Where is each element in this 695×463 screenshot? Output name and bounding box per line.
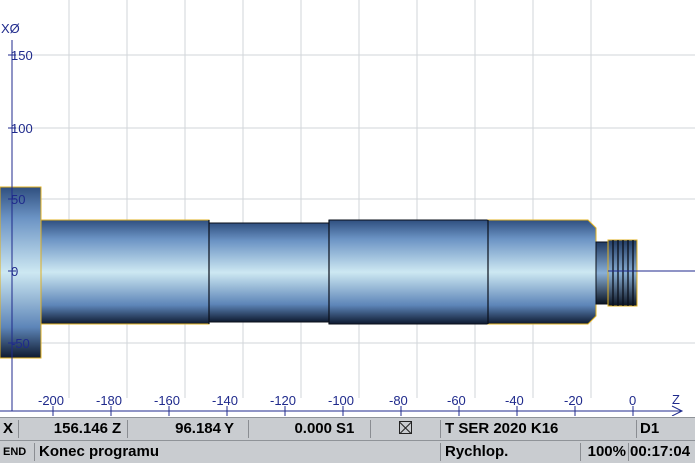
shaft-segment-3 <box>328 219 489 325</box>
z-coord-label: Z <box>112 420 122 437</box>
thread-neck <box>595 241 609 305</box>
program-status: Konec programu <box>39 443 160 460</box>
z-axis-label: Z <box>672 392 680 407</box>
shaft-segment-4 <box>487 219 597 325</box>
spindle-stop-icon <box>399 421 412 434</box>
shaft-segment-1 <box>40 219 210 325</box>
z-coord-value: 96.184 <box>175 420 221 437</box>
end-label: END <box>3 446 27 458</box>
z-tick-label: -160 <box>154 393 180 408</box>
x-tick-label: 100 <box>11 121 33 136</box>
z-tick-label: -20 <box>564 393 583 408</box>
chuck-jaw <box>0 186 42 359</box>
offset-label: D1 <box>640 420 660 437</box>
spindle-label: S1 <box>336 420 355 437</box>
position-status-bar: X 156.146 Z 96.184 Y 0.000 S1 T SER 2020… <box>0 417 695 440</box>
z-tick-label: -200 <box>38 393 64 408</box>
x-tick-label: 150 <box>11 48 33 63</box>
x-tick-label: 0 <box>11 264 18 279</box>
z-tick-label: -140 <box>212 393 238 408</box>
x-coord-label: X <box>3 420 14 437</box>
override-percent: 100% <box>587 443 626 460</box>
z-tick-label: -80 <box>389 393 408 408</box>
z-tick-label: -120 <box>270 393 296 408</box>
x-tick-label: -50 <box>11 336 30 351</box>
tool-name: T SER 2020 K16 <box>445 420 559 437</box>
program-status-bar: END Konec programu Rychlop. 100% 00:17:0… <box>0 440 695 463</box>
y-coord-value: 0.000 <box>294 420 332 437</box>
z-tick-label: 0 <box>629 393 636 408</box>
z-tick-label: -180 <box>96 393 122 408</box>
x-coord-value: 156.146 <box>53 420 108 437</box>
y-coord-label: Y <box>224 420 235 437</box>
shaft-segment-2 <box>208 222 330 323</box>
simulation-view: XØ Z 150 100 50 0 -50 -200 -180 -160 -14… <box>0 0 695 416</box>
x-axis-label: XØ <box>1 21 20 36</box>
run-time: 00:17:04 <box>630 443 691 460</box>
z-tick-label: -100 <box>328 393 354 408</box>
grid <box>12 0 695 398</box>
z-tick-label: -60 <box>447 393 466 408</box>
z-tick-label: -40 <box>505 393 524 408</box>
x-tick-label: 50 <box>11 192 25 207</box>
feed-mode: Rychlop. <box>445 443 509 460</box>
